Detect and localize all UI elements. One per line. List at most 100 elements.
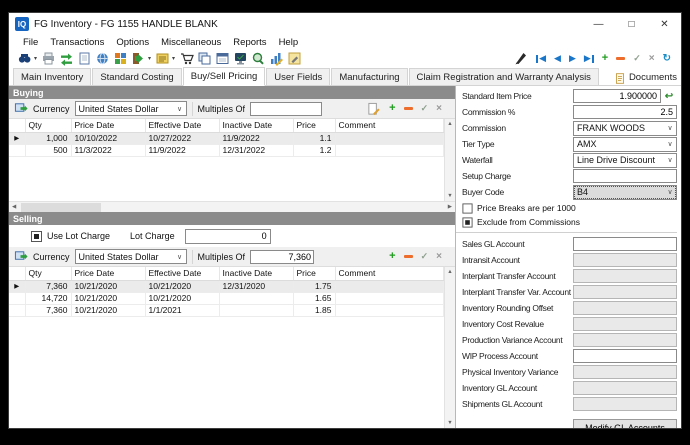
new-document-icon[interactable]	[77, 51, 92, 66]
table-row[interactable]: 14,720 10/21/2020 10/21/2020 1.65	[9, 292, 444, 304]
copy-window-icon[interactable]	[197, 51, 212, 66]
scroll-right-icon[interactable]: ▶	[448, 204, 452, 210]
selling-multiples-input[interactable]	[250, 250, 314, 264]
scroll-down-icon[interactable]: ▼	[447, 420, 452, 426]
pointer-quill-icon[interactable]	[513, 51, 528, 66]
tab-documents-label: Documents	[629, 72, 677, 83]
scroll-up-icon[interactable]: ▲	[447, 269, 452, 275]
exit-icon[interactable]	[131, 51, 146, 66]
buying-multiples-input[interactable]	[250, 102, 322, 116]
print-icon[interactable]	[41, 51, 56, 66]
tab-main-inventory[interactable]: Main Inventory	[13, 68, 91, 85]
scroll-down-icon[interactable]: ▼	[447, 193, 452, 199]
tab-standard-costing[interactable]: Standard Costing	[92, 68, 181, 85]
form-icon[interactable]	[215, 51, 230, 66]
commission-pct-input[interactable]	[573, 105, 677, 119]
selling-cancel-button[interactable]: ×	[436, 252, 442, 262]
exclude-commissions-label: Exclude from Commissions	[477, 217, 580, 227]
table-row[interactable]: ▶ 1,000 10/10/2022 10/27/2022 11/9/2022 …	[9, 132, 444, 144]
insert-record-button[interactable]: +	[602, 53, 608, 64]
web-document-icon[interactable]	[95, 51, 110, 66]
cancel-edit-button[interactable]: ×	[649, 54, 655, 64]
transfer-icon[interactable]	[59, 51, 74, 66]
selling-post-button[interactable]: ✓	[421, 252, 429, 261]
setup-charge-row: Setup Charge	[462, 168, 677, 184]
maximize-button[interactable]: □	[615, 13, 648, 35]
edit-note-icon[interactable]	[287, 51, 302, 66]
buying-section-header: Buying	[9, 86, 455, 99]
menu-options[interactable]: Options	[110, 37, 155, 48]
tier-type-select[interactable]: AMX ∨	[573, 137, 677, 152]
selling-add-button[interactable]: +	[389, 251, 395, 262]
menu-reports[interactable]: Reports	[227, 37, 272, 48]
buyer-code-select[interactable]: B4 ∨	[573, 185, 677, 200]
edit-document-icon[interactable]	[367, 102, 381, 116]
setup-charge-input[interactable]	[573, 169, 677, 183]
menu-transactions[interactable]: Transactions	[44, 37, 110, 48]
tab-user-fields[interactable]: User Fields	[266, 68, 330, 85]
chart-edit-icon[interactable]	[269, 51, 284, 66]
table-row[interactable]: 500 11/3/2022 11/9/2022 12/31/2022 1.2	[9, 144, 444, 156]
buying-add-button[interactable]: +	[389, 103, 395, 114]
tab-buy-sell-pricing[interactable]: Buy/Sell Pricing	[183, 67, 266, 86]
selling-remove-button[interactable]	[404, 255, 413, 258]
scroll-left-icon[interactable]: ◀	[12, 204, 16, 210]
selling-grid-header: Qty Price Date Effective Date Inactive D…	[9, 267, 444, 280]
lot-charge-label: Lot Charge	[130, 231, 175, 241]
notes-icon[interactable]	[155, 51, 170, 66]
selling-currency-select[interactable]: United States Dollar ∨	[75, 249, 187, 264]
waterfall-select[interactable]: Line Drive Discount ∨	[573, 153, 677, 168]
first-record-button[interactable]: ◀	[536, 54, 546, 63]
delete-record-button[interactable]	[616, 57, 625, 60]
tab-manufacturing[interactable]: Manufacturing	[331, 68, 407, 85]
last-record-button[interactable]: ▶	[584, 54, 594, 63]
tab-claim-registration[interactable]: Claim Registration and Warranty Analysis	[409, 68, 599, 85]
buying-remove-button[interactable]	[404, 107, 413, 110]
menu-file[interactable]: File	[17, 37, 44, 48]
find-icon[interactable]	[17, 51, 32, 66]
close-button[interactable]: ✕	[648, 13, 681, 35]
buying-grid-hscrollbar[interactable]: ◀ ▶	[9, 201, 455, 212]
prior-record-button[interactable]: ◀	[554, 54, 561, 63]
buying-grid-vscrollbar[interactable]: ▲▼	[444, 119, 455, 201]
next-record-button[interactable]: ▶	[569, 54, 576, 63]
selling-grid-vscrollbar[interactable]: ▲▼	[444, 267, 455, 428]
window-title: FG Inventory - FG 1155 HANDLE BLANK	[34, 19, 218, 30]
scroll-up-icon[interactable]: ▲	[447, 121, 452, 127]
options-grid-icon[interactable]	[113, 51, 128, 66]
buying-currency-select[interactable]: United States Dollar ∨	[75, 101, 187, 116]
zoom-item-icon[interactable]	[251, 51, 266, 66]
commission-select[interactable]: FRANK WOODS ∨	[573, 121, 677, 136]
monitor-icon[interactable]	[233, 51, 248, 66]
selling-multiples-label: Multiples Of	[198, 252, 246, 262]
wip-process-account-input[interactable]	[573, 349, 677, 363]
find-dropdown-icon[interactable]: ▾	[34, 55, 37, 62]
menu-help[interactable]: Help	[273, 37, 305, 48]
standard-item-price-input[interactable]	[573, 89, 661, 103]
menu-miscellaneous[interactable]: Miscellaneous	[155, 37, 227, 48]
gl-account-row: Inventory Rounding Offset	[462, 300, 677, 316]
buying-grid-actions: + ✓ ×	[367, 102, 442, 116]
notes-dropdown-icon[interactable]: ▾	[172, 55, 175, 62]
buying-post-button[interactable]: ✓	[421, 104, 429, 113]
intransit-account-input	[573, 253, 677, 267]
scrollbar-thumb[interactable]	[21, 203, 101, 212]
table-row[interactable]: 7,360 10/21/2020 1/1/2021 1.85	[9, 304, 444, 316]
modify-gl-accounts-button[interactable]: Modify GL Accounts	[573, 419, 677, 428]
post-edit-button[interactable]: ✓	[633, 54, 641, 63]
minimize-button[interactable]: —	[582, 13, 615, 35]
table-row[interactable]: ▶ 7,360 10/21/2020 10/21/2020 12/31/2020…	[9, 280, 444, 292]
exit-dropdown-icon[interactable]: ▾	[148, 55, 151, 62]
inventory-rounding-offset-input	[573, 301, 677, 315]
undo-icon[interactable]: ↩	[661, 91, 677, 102]
price-breaks-checkbox[interactable]	[462, 203, 472, 213]
use-lot-charge-checkbox[interactable]	[31, 231, 42, 242]
refresh-button[interactable]: ↻	[663, 54, 671, 64]
exclude-commissions-checkbox[interactable]	[462, 217, 472, 227]
buying-cancel-button[interactable]: ×	[436, 104, 442, 114]
tab-documents[interactable]: Documents	[606, 68, 682, 85]
main-toolbar: ▾ ▾ ▾ ◀ ◀ ▶ ▶ + ✓ × ↻	[9, 50, 681, 67]
sales-gl-account-input[interactable]	[573, 237, 677, 251]
sales-cart-icon[interactable]	[179, 51, 194, 66]
lot-charge-input[interactable]	[185, 229, 271, 244]
